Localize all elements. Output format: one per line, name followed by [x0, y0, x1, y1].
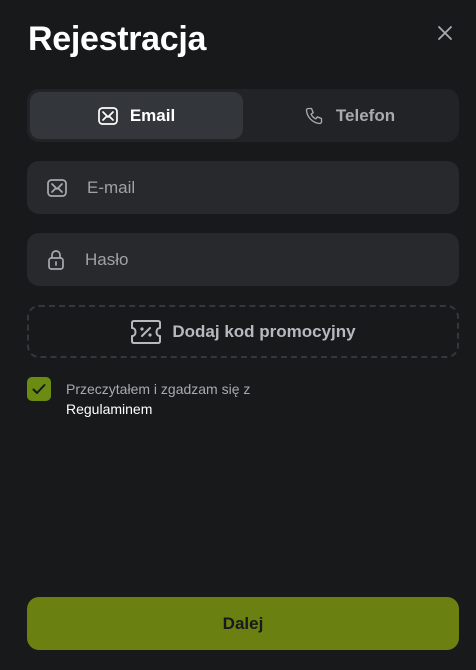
coupon-icon	[131, 319, 162, 344]
terms-text: Przeczytałem i zgadzam się z Regulaminem	[66, 379, 250, 419]
next-button[interactable]: Dalej	[27, 597, 459, 650]
email-input[interactable]	[87, 177, 407, 198]
email-field[interactable]	[27, 161, 459, 214]
password-input[interactable]	[85, 249, 405, 270]
terms-checkbox[interactable]	[27, 377, 51, 401]
page-title: Rejestracja	[28, 20, 207, 58]
promo-label: Dodaj kod promocyjny	[172, 321, 356, 341]
close-icon	[438, 26, 452, 40]
tab-phone-label: Telefon	[335, 105, 396, 125]
password-field[interactable]	[27, 233, 459, 286]
email-icon	[47, 178, 67, 197]
close-button[interactable]	[432, 20, 458, 46]
email-icon	[97, 106, 118, 125]
add-promo-code-button[interactable]: Dodaj kod promocyjny	[27, 305, 459, 358]
lock-icon	[48, 249, 64, 270]
terms-link[interactable]: Regulaminem	[66, 399, 250, 419]
checkmark-icon	[32, 384, 46, 394]
auth-method-tabs: Email Telefon	[27, 89, 459, 142]
tab-phone[interactable]: Telefon	[243, 92, 456, 139]
tab-email[interactable]: Email	[30, 92, 243, 139]
phone-icon	[305, 107, 323, 124]
tab-email-label: Email	[129, 105, 176, 125]
terms-label: Przeczytałem i zgadzam się z	[66, 381, 251, 397]
